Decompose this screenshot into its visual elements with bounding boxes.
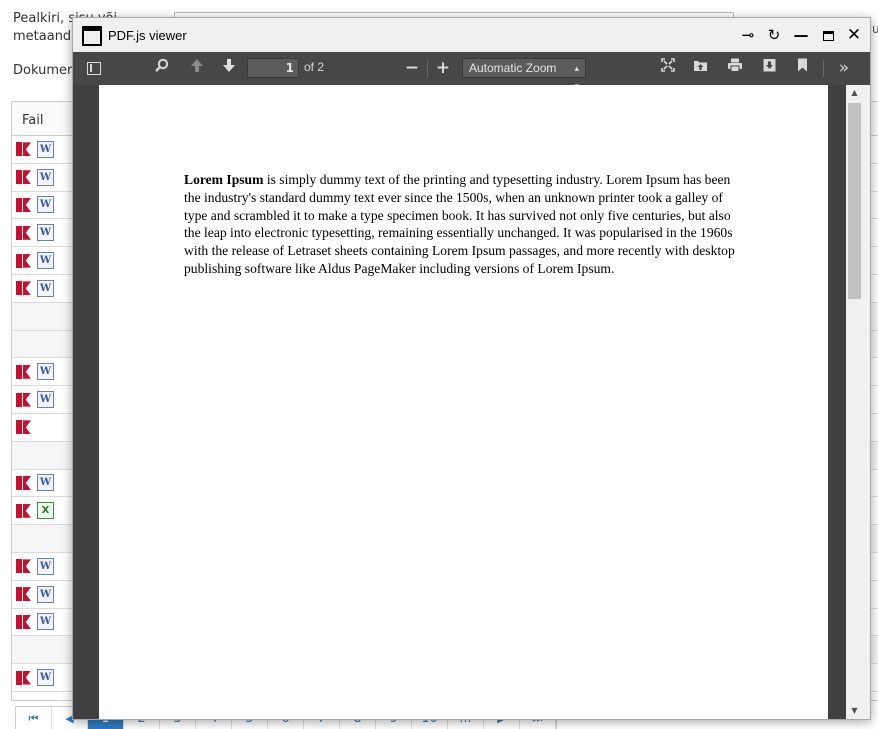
- word-file-icon[interactable]: W: [37, 557, 54, 575]
- download-icon[interactable]: [758, 58, 780, 78]
- word-file-icon[interactable]: W: [37, 474, 54, 492]
- scrollbar-thumb[interactable]: [848, 103, 861, 299]
- window-title: PDF.js viewer: [108, 28, 187, 43]
- word-file-icon[interactable]: W: [37, 196, 54, 214]
- maximize-icon: [822, 30, 834, 41]
- pdf-file-icon[interactable]: [16, 392, 32, 408]
- word-file-icon[interactable]: W: [37, 585, 54, 603]
- word-file-icon[interactable]: W: [37, 391, 54, 409]
- find-icon[interactable]: [151, 58, 173, 78]
- scroll-up-icon[interactable]: ▲: [846, 87, 863, 99]
- scroll-down-icon[interactable]: ▼: [846, 705, 863, 717]
- documents-label: Dokumer: [13, 63, 73, 78]
- word-file-icon[interactable]: W: [37, 140, 54, 158]
- toolbar-separator: [427, 60, 428, 77]
- word-file-icon[interactable]: W: [37, 669, 54, 687]
- open-file-icon[interactable]: [689, 58, 711, 78]
- pdf-file-icon[interactable]: [16, 503, 32, 519]
- presentation-mode-icon[interactable]: [657, 58, 679, 78]
- next-page-icon[interactable]: [218, 58, 240, 78]
- pdf-body-text: is simply dummy text of the printing and…: [184, 172, 735, 276]
- pdf-file-icon[interactable]: [16, 197, 32, 213]
- zoom-in-button[interactable]: +: [432, 58, 454, 78]
- word-file-icon[interactable]: W: [37, 613, 54, 631]
- pdf-toolbar: 1 of 2 − + Automatic Zoom ▴▾ »: [73, 52, 870, 91]
- tools-menu-icon[interactable]: »: [833, 58, 855, 78]
- pdf-file-icon[interactable]: [16, 419, 32, 435]
- bookmark-icon[interactable]: [791, 58, 813, 78]
- minimize-button[interactable]: —: [790, 24, 812, 46]
- pdf-page: Lorem Ipsum is simply dummy text of the …: [99, 85, 828, 719]
- zoom-select-value: Automatic Zoom: [469, 61, 557, 75]
- zoom-out-button[interactable]: −: [401, 58, 423, 78]
- search-label-line2: metaand: [13, 29, 72, 44]
- sidebar-toggle-icon[interactable]: [87, 62, 101, 75]
- pdf-file-icon[interactable]: [16, 670, 32, 686]
- pdf-file-icon[interactable]: [16, 586, 32, 602]
- first-page-icon[interactable]: ⏮: [16, 707, 52, 729]
- pdf-paragraph: Lorem Ipsum is simply dummy text of the …: [184, 171, 744, 278]
- pdf-file-icon[interactable]: [16, 169, 32, 185]
- window-titlebar[interactable]: PDF.js viewer ⊸ ↻ — ✕: [73, 18, 870, 52]
- pdf-file-icon[interactable]: [16, 475, 32, 491]
- window-border: [863, 85, 870, 719]
- word-file-icon[interactable]: W: [37, 168, 54, 186]
- edge-text: u: [872, 22, 878, 36]
- word-file-icon[interactable]: W: [37, 279, 54, 297]
- pdf-file-icon[interactable]: [16, 141, 32, 157]
- word-file-icon[interactable]: W: [37, 224, 54, 242]
- pdf-bold-lead: Lorem Ipsum: [184, 172, 264, 187]
- window-app-icon: [82, 26, 102, 46]
- word-file-icon[interactable]: W: [37, 252, 54, 270]
- vertical-scrollbar[interactable]: ▲ ▼: [846, 85, 863, 719]
- pdf-viewer-window: PDF.js viewer ⊸ ↻ — ✕ 1 of 2 − + Automat…: [72, 17, 871, 720]
- pdf-file-icon[interactable]: [16, 253, 32, 269]
- word-file-icon[interactable]: W: [37, 363, 54, 381]
- pdf-file-icon[interactable]: [16, 364, 32, 380]
- pdf-file-icon[interactable]: [16, 558, 32, 574]
- excel-file-icon[interactable]: X: [37, 502, 54, 520]
- toolbar-separator: [823, 60, 824, 77]
- print-icon[interactable]: [724, 58, 746, 78]
- close-button[interactable]: ✕: [843, 24, 865, 46]
- maximize-button[interactable]: [817, 24, 839, 46]
- page-count-label: of 2: [304, 60, 325, 74]
- pin-icon[interactable]: ⊸: [737, 24, 759, 46]
- pdf-file-icon[interactable]: [16, 280, 32, 296]
- refresh-icon[interactable]: ↻: [763, 24, 785, 46]
- page-number-input[interactable]: 1: [247, 58, 299, 78]
- document-viewer[interactable]: Lorem Ipsum is simply dummy text of the …: [73, 85, 870, 719]
- pdf-file-icon[interactable]: [16, 614, 32, 630]
- pdf-file-icon[interactable]: [16, 225, 32, 241]
- previous-page-icon[interactable]: [186, 58, 208, 78]
- zoom-select[interactable]: Automatic Zoom ▴▾: [462, 58, 586, 91]
